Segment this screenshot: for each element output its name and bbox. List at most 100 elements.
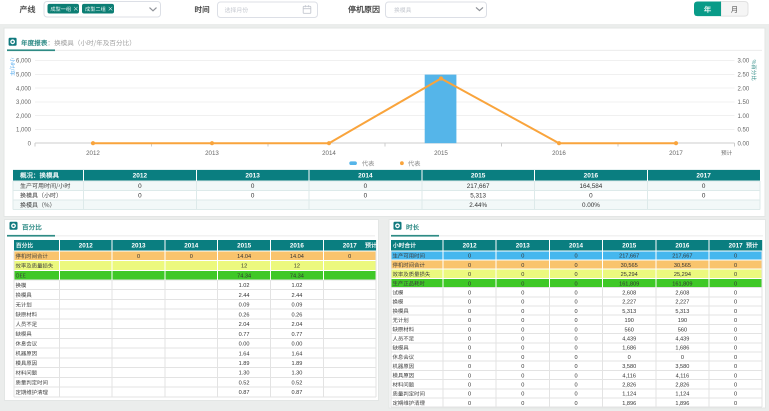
svg-text:560: 560	[678, 327, 687, 333]
svg-text:4,439: 4,439	[675, 337, 689, 343]
svg-text:0.00%: 0.00%	[582, 202, 600, 209]
svg-text:0: 0	[574, 272, 577, 278]
svg-text:0: 0	[521, 383, 524, 389]
svg-text:2016: 2016	[584, 173, 599, 180]
svg-text:3,000: 3,000	[16, 100, 32, 106]
svg-text:6,000: 6,000	[16, 59, 32, 65]
svg-text:2013: 2013	[205, 150, 219, 157]
svg-text:0: 0	[348, 254, 351, 260]
svg-text:0.26: 0.26	[291, 312, 302, 318]
svg-text:0: 0	[521, 364, 524, 370]
svg-text:0: 0	[521, 346, 524, 352]
svg-text:161,809: 161,809	[672, 281, 692, 287]
svg-text:0: 0	[574, 346, 577, 352]
svg-text:0.09: 0.09	[239, 303, 250, 309]
svg-text:1.30: 1.30	[291, 371, 302, 377]
svg-text:0: 0	[468, 327, 471, 333]
svg-text:0: 0	[734, 254, 737, 260]
svg-text:2.44%: 2.44%	[469, 202, 487, 209]
svg-text:0: 0	[468, 300, 471, 306]
svg-text:2,826: 2,826	[675, 383, 689, 389]
svg-text:2012: 2012	[79, 242, 94, 249]
svg-text:2,608: 2,608	[622, 291, 636, 297]
svg-text:0: 0	[734, 281, 737, 287]
svg-text:0.00: 0.00	[239, 342, 250, 348]
svg-text:2015: 2015	[471, 173, 486, 180]
svg-text:0: 0	[574, 327, 577, 333]
svg-text:217,667: 217,667	[672, 254, 692, 260]
svg-text:2,826: 2,826	[622, 383, 636, 389]
svg-text:161,809: 161,809	[619, 281, 639, 287]
svg-text:0: 0	[468, 355, 471, 361]
svg-text:2016: 2016	[290, 242, 305, 249]
svg-text:0.00: 0.00	[291, 342, 302, 348]
svg-text:2.44: 2.44	[239, 293, 250, 299]
svg-text:0: 0	[138, 183, 142, 190]
svg-text:0: 0	[521, 272, 524, 278]
svg-text:1,686: 1,686	[675, 346, 689, 352]
svg-text:0: 0	[138, 193, 142, 200]
svg-text:0: 0	[574, 401, 577, 407]
svg-text:0: 0	[521, 392, 524, 398]
svg-text:0: 0	[574, 309, 577, 315]
svg-text:0: 0	[574, 373, 577, 379]
svg-text:2017: 2017	[696, 173, 711, 180]
svg-text:5,313: 5,313	[622, 309, 636, 315]
svg-text:0: 0	[702, 193, 706, 200]
svg-text:0: 0	[574, 263, 577, 269]
svg-text:0: 0	[521, 373, 524, 379]
svg-text:190: 190	[625, 318, 634, 324]
svg-text:164,584: 164,584	[579, 183, 602, 190]
svg-text:0: 0	[734, 263, 737, 269]
svg-text:0: 0	[574, 254, 577, 260]
svg-text:1,686: 1,686	[622, 346, 636, 352]
svg-text:2016: 2016	[675, 242, 690, 249]
svg-text:1.50: 1.50	[738, 100, 750, 106]
svg-text:0: 0	[468, 383, 471, 389]
svg-text:0: 0	[137, 254, 140, 260]
svg-text:1.02: 1.02	[291, 283, 302, 289]
svg-text:4,439: 4,439	[622, 337, 636, 343]
svg-text:0.87: 0.87	[239, 390, 250, 396]
svg-text:0.26: 0.26	[239, 312, 250, 318]
svg-text:0: 0	[574, 383, 577, 389]
svg-text:0: 0	[190, 254, 193, 260]
svg-text:2,000: 2,000	[16, 114, 32, 120]
svg-text:0: 0	[628, 355, 631, 361]
svg-text:4,116: 4,116	[676, 373, 690, 379]
svg-text:0: 0	[734, 300, 737, 306]
svg-text:0: 0	[574, 392, 577, 398]
svg-text:0: 0	[468, 401, 471, 407]
svg-text:560: 560	[625, 327, 634, 333]
svg-text:0: 0	[589, 193, 593, 200]
svg-text:0: 0	[521, 263, 524, 269]
svg-text:0: 0	[521, 318, 524, 324]
svg-text:0: 0	[734, 318, 737, 324]
svg-text:0: 0	[521, 327, 524, 333]
svg-text:2.50: 2.50	[738, 73, 750, 79]
svg-text:25,294: 25,294	[621, 272, 638, 278]
svg-text:0: 0	[574, 281, 577, 287]
svg-text:0: 0	[574, 337, 577, 343]
svg-text:2.04: 2.04	[239, 322, 250, 328]
svg-text:0: 0	[574, 291, 577, 297]
svg-text:2.04: 2.04	[291, 322, 302, 328]
svg-text:2015: 2015	[237, 242, 252, 249]
svg-text:1,124: 1,124	[675, 392, 689, 398]
svg-text:0: 0	[364, 193, 368, 200]
svg-text:2013: 2013	[245, 173, 260, 180]
svg-text:2012: 2012	[86, 150, 100, 157]
svg-text:1.89: 1.89	[291, 361, 302, 367]
svg-text:0: 0	[468, 281, 471, 287]
svg-text:1.30: 1.30	[239, 371, 250, 377]
svg-text:0: 0	[702, 183, 706, 190]
svg-text:2,227: 2,227	[675, 300, 689, 306]
svg-text:3,580: 3,580	[675, 364, 689, 370]
svg-text:1,124: 1,124	[622, 392, 636, 398]
svg-text:0: 0	[521, 281, 524, 287]
svg-text:0: 0	[574, 364, 577, 370]
svg-text:0: 0	[734, 291, 737, 297]
svg-text:0: 0	[468, 337, 471, 343]
svg-text:14.04: 14.04	[237, 254, 251, 260]
svg-text:5,000: 5,000	[16, 73, 32, 79]
